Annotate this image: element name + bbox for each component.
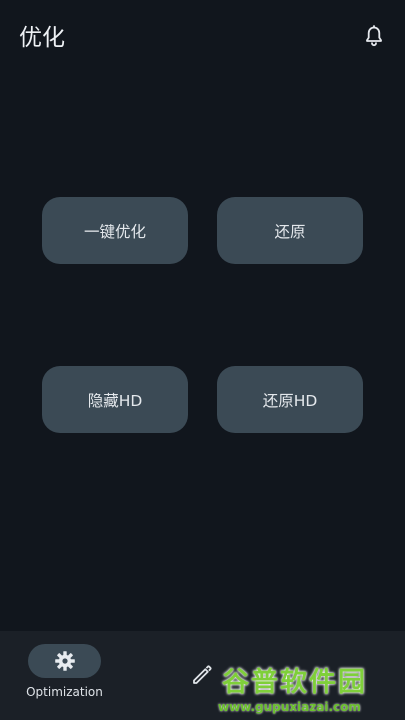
watermark-name: 谷普软件园 (222, 667, 367, 698)
restore-button[interactable]: 还原 (217, 197, 363, 264)
nav-label-optimization: Optimization (26, 685, 103, 699)
pencil-icon[interactable] (190, 663, 214, 687)
top-app-bar: 优化 (0, 0, 405, 70)
one-click-optimize-button[interactable]: 一键优化 (42, 197, 188, 264)
watermark: 谷普软件园 www.gupuxiazai.com (218, 660, 405, 720)
restore-hd-button[interactable]: 还原HD (217, 366, 363, 433)
hide-hd-button[interactable]: 隐藏HD (42, 366, 188, 433)
gear-icon (54, 651, 75, 671)
bell-icon[interactable] (362, 24, 386, 48)
watermark-url: www.gupuxiazai.com (218, 700, 361, 714)
nav-item-optimization[interactable] (28, 644, 101, 678)
page-title: 优化 (19, 25, 65, 51)
